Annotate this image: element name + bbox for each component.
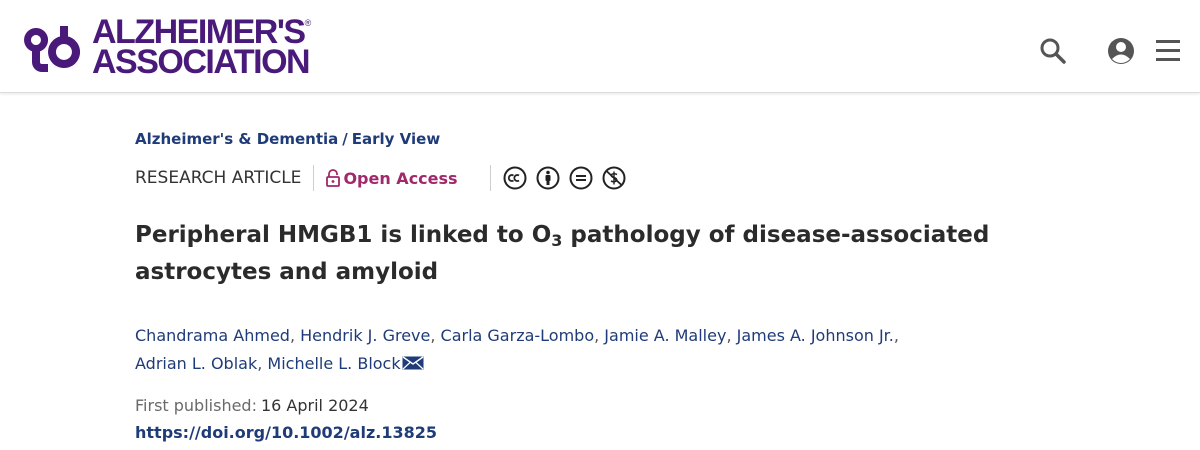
attribution-icon — [536, 166, 560, 190]
hamburger-menu-icon[interactable] — [1154, 36, 1184, 66]
title-part-1: Peripheral HMGB1 is linked to O — [135, 222, 552, 248]
author-link[interactable]: Hendrik J. Greve — [300, 326, 430, 345]
doi-link[interactable]: https://doi.org/10.1002/alz.13825 — [135, 423, 437, 442]
first-published-date: 16 April 2024 — [260, 396, 369, 415]
breadcrumb-journal-link[interactable]: Alzheimer's & Dementia — [135, 130, 338, 148]
logo-line-association: ASSOCIATION — [92, 43, 311, 81]
first-published-label: First published: — [135, 396, 257, 415]
open-lock-icon — [326, 169, 341, 187]
title-subscript: 3 — [551, 231, 563, 250]
logo-mark-icon — [24, 26, 81, 72]
author-list: Chandrama Ahmed, Hendrik J. Greve, Carla… — [135, 326, 899, 373]
meta-divider — [489, 165, 491, 191]
non-commercial-icon — [602, 166, 626, 190]
alzheimers-association-logo[interactable]: ALZHEIMER'S® ASSOCIATION — [18, 15, 311, 81]
breadcrumb-section-link[interactable]: Early View — [352, 130, 440, 148]
license-icons[interactable] — [503, 166, 635, 190]
breadcrumb: Alzheimer's & Dementia / Early View — [135, 130, 440, 148]
author-link[interactable]: Chandrama Ahmed — [135, 326, 290, 345]
author-link[interactable]: Jamie A. Malley — [604, 326, 726, 345]
article-type-label: RESEARCH ARTICLE — [135, 168, 302, 188]
user-account-icon[interactable] — [1106, 36, 1136, 66]
email-envelope-icon[interactable] — [402, 356, 424, 370]
author-link[interactable]: Michelle L. Block — [267, 354, 400, 373]
meta-divider — [313, 165, 315, 191]
author-link[interactable]: Adrian L. Oblak — [135, 354, 257, 373]
article-meta-row: RESEARCH ARTICLE Open Access — [135, 165, 635, 191]
article-title: Peripheral HMGB1 is linked to O3 patholo… — [135, 217, 1095, 291]
author-link[interactable]: Carla Garza-Lombo — [441, 326, 595, 345]
open-access-label: Open Access — [343, 168, 458, 188]
open-access-badge: Open Access — [326, 168, 458, 188]
no-derivatives-icon — [569, 166, 593, 190]
breadcrumb-separator: / — [342, 130, 348, 148]
author-link[interactable]: James A. Johnson Jr. — [737, 326, 894, 345]
first-published: First published: 16 April 2024 — [135, 396, 369, 415]
site-header: ALZHEIMER'S® ASSOCIATION — [0, 0, 1200, 93]
search-icon[interactable] — [1038, 36, 1068, 66]
cc-icon — [503, 166, 527, 190]
